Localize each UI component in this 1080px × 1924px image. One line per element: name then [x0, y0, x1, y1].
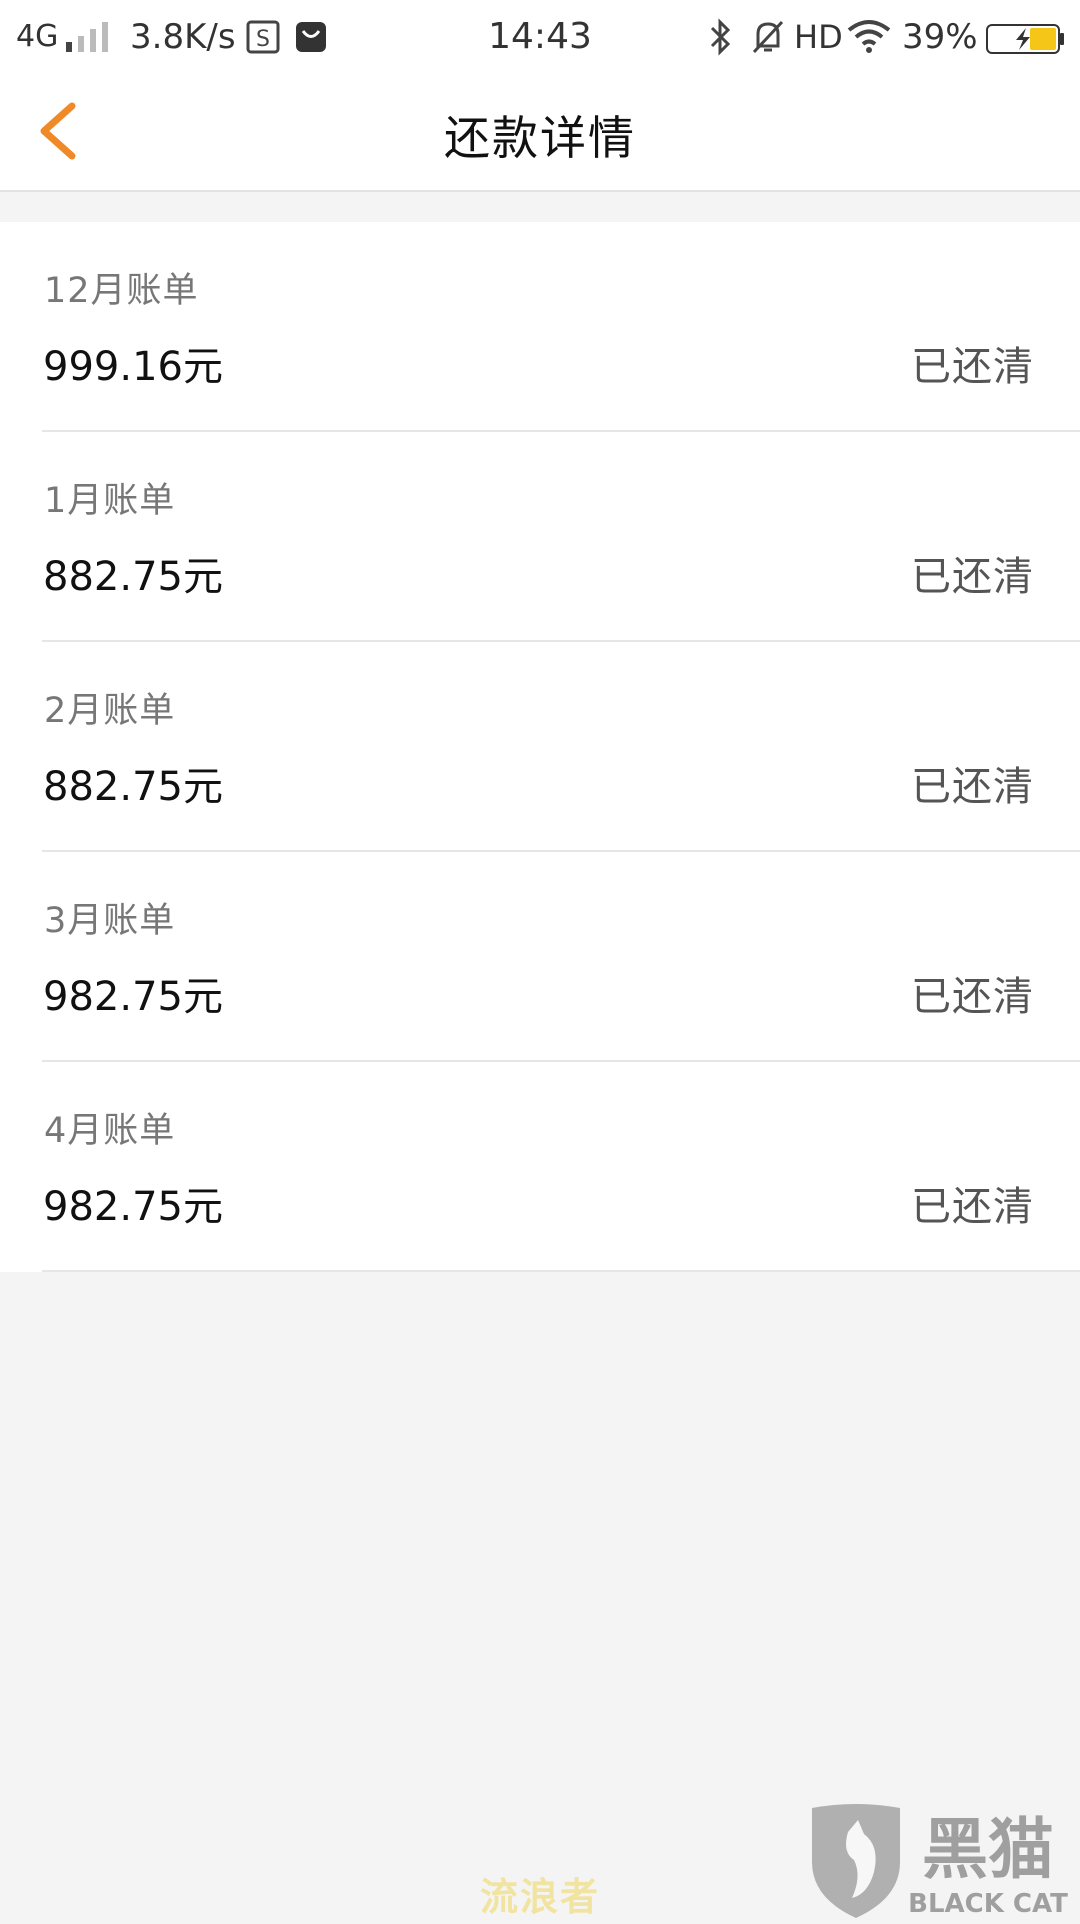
bill-row-december[interactable]: 12月账单 999.16元 已还清 — [0, 222, 1080, 432]
bill-month: 1月账单 — [44, 481, 176, 521]
bill-row-april[interactable]: 4月账单 982.75元 已还清 — [0, 1062, 1080, 1272]
bill-month: 3月账单 — [44, 901, 176, 941]
bill-list: 12月账单 999.16元 已还清 1月账单 882.75元 已还清 2月账单 … — [0, 222, 1080, 1272]
mute-bell-icon — [748, 18, 788, 66]
bill-row-march[interactable]: 3月账单 982.75元 已还清 — [0, 852, 1080, 1062]
bill-amount: 982.75元 — [43, 974, 223, 1020]
bill-status: 已还清 — [911, 764, 1034, 810]
bill-status: 已还清 — [911, 974, 1034, 1020]
status-bar: 4G 3.8K/s S 14:43 HD 39% — [0, 0, 1080, 74]
page-title: 还款详情 — [444, 111, 636, 165]
row-divider — [42, 1270, 1080, 1272]
bill-month: 4月账单 — [44, 1111, 176, 1151]
bill-row-january[interactable]: 1月账单 882.75元 已还清 — [0, 432, 1080, 642]
battery-charging-icon — [986, 22, 1064, 64]
nav-bar: 还款详情 — [0, 74, 1080, 192]
bill-amount: 982.75元 — [43, 1184, 223, 1230]
svg-text:黑猫: 黑猫 — [922, 1811, 1054, 1888]
svg-text:BLACK CAT: BLACK CAT — [908, 1889, 1068, 1919]
bluetooth-icon — [706, 18, 736, 66]
bill-month: 12月账单 — [44, 271, 199, 311]
bill-amount: 999.16元 — [43, 344, 223, 390]
hd-badge: HD — [794, 18, 843, 56]
black-cat-logo: 黑猫 BLACK CAT — [808, 1802, 1080, 1920]
bill-status: 已还清 — [911, 1184, 1034, 1230]
bill-row-february[interactable]: 2月账单 882.75元 已还清 — [0, 642, 1080, 852]
bill-status: 已还清 — [911, 344, 1034, 390]
bill-amount: 882.75元 — [43, 554, 223, 600]
wifi-icon — [846, 18, 892, 64]
bill-amount: 882.75元 — [43, 764, 223, 810]
bill-month: 2月账单 — [44, 691, 176, 731]
battery-percent: 39% — [902, 17, 978, 57]
bill-status: 已还清 — [911, 554, 1034, 600]
